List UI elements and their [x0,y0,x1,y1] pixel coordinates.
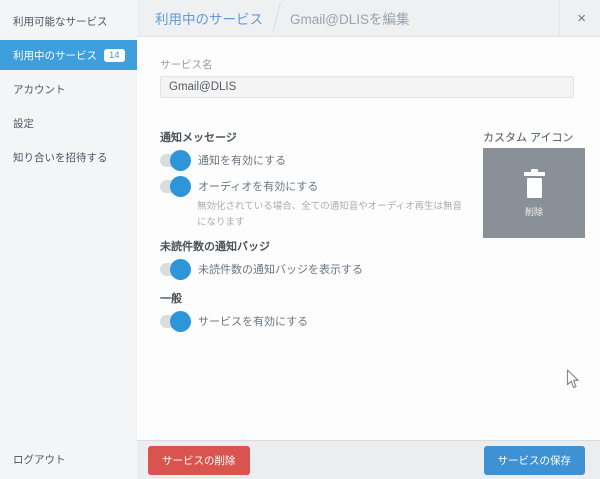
sidebar-item-label: 利用中のサービス [13,49,97,62]
sidebar-item-available-services[interactable]: 利用可能なサービス [0,6,137,36]
breadcrumb-divider [272,3,281,33]
audio-toggle-label: オーディオを有効にする [198,181,319,193]
audio-toggle[interactable] [160,175,191,197]
sidebar-item-settings[interactable]: 設定 [0,108,137,138]
breadcrumb-current-tab: Gmail@DLISを編集 [290,12,410,27]
badge-toggle[interactable] [160,258,191,280]
app-window: 利用可能なサービス 利用中のサービス 14 アカウント 設定 知り合いを招待する… [0,0,600,479]
service-enabled-toggle-label: サービスを有効にする [198,316,309,329]
badge-toggle-label: 未読件数の通知バッジを表示する [198,264,363,277]
service-name-input[interactable] [160,76,574,98]
sidebar-item-label: 知り合いを招待する [13,151,108,164]
trash-icon [523,168,545,198]
toggle-knob [170,258,191,280]
notify-toggle[interactable] [160,149,191,171]
logout-button[interactable]: ログアウト [0,452,137,479]
sidebar-item-active-services[interactable]: 利用中のサービス 14 [0,40,137,70]
close-icon[interactable]: × [559,0,600,36]
custom-icon-delete-area[interactable]: 削除 [483,148,585,238]
toggle-row-service-enabled: サービスを有効にする [160,310,575,332]
audio-mute-note: 無効化されている場合、全ての通知音やオーディオ再生は無音になります [197,201,463,229]
sidebar: 利用可能なサービス 利用中のサービス 14 アカウント 設定 知り合いを招待する… [0,0,137,479]
delete-service-button[interactable]: サービスの削除 [148,445,250,475]
toggle-knob [170,310,191,332]
content-column: 利用中のサービス Gmail@DLISを編集 × サービス名 通知メッセージ 通… [137,0,600,479]
breadcrumb-parent-tab[interactable]: 利用中のサービス [155,8,263,28]
delete-icon-label: 削除 [524,206,543,217]
header-breadcrumb-bar: 利用中のサービス Gmail@DLISを編集 × [137,0,600,37]
sidebar-item-label: 利用可能なサービス [13,15,108,28]
service-enabled-toggle[interactable] [160,310,191,332]
save-service-button[interactable]: サービスの保存 [483,445,585,475]
general-heading: 一般 [160,293,182,306]
edit-service-panel: サービス名 通知メッセージ 通知を有効にする オーディオを有効にする 無効化され… [137,37,600,440]
toggle-knob [170,175,191,197]
unread-badge-heading: 未読件数の通知バッジ [160,241,270,254]
sidebar-item-label: アカウント [13,83,66,96]
toggle-knob [170,149,191,171]
sidebar-item-invite[interactable]: 知り合いを招待する [0,142,137,172]
sidebar-nav: 利用可能なサービス 利用中のサービス 14 アカウント 設定 知り合いを招待する [0,0,137,452]
sidebar-item-account[interactable]: アカウント [0,74,137,104]
custom-icon-heading: カスタム アイコン [483,132,574,144]
sidebar-item-label: 設定 [13,117,34,130]
footer-action-bar: サービスの削除 サービスの保存 [137,440,600,479]
service-name-label: サービス名 [160,59,213,71]
notify-toggle-label: 通知を有効にする [198,155,287,167]
toggle-row-badge: 未読件数の通知バッジを表示する [160,258,575,280]
service-count-badge: 14 [104,48,125,62]
